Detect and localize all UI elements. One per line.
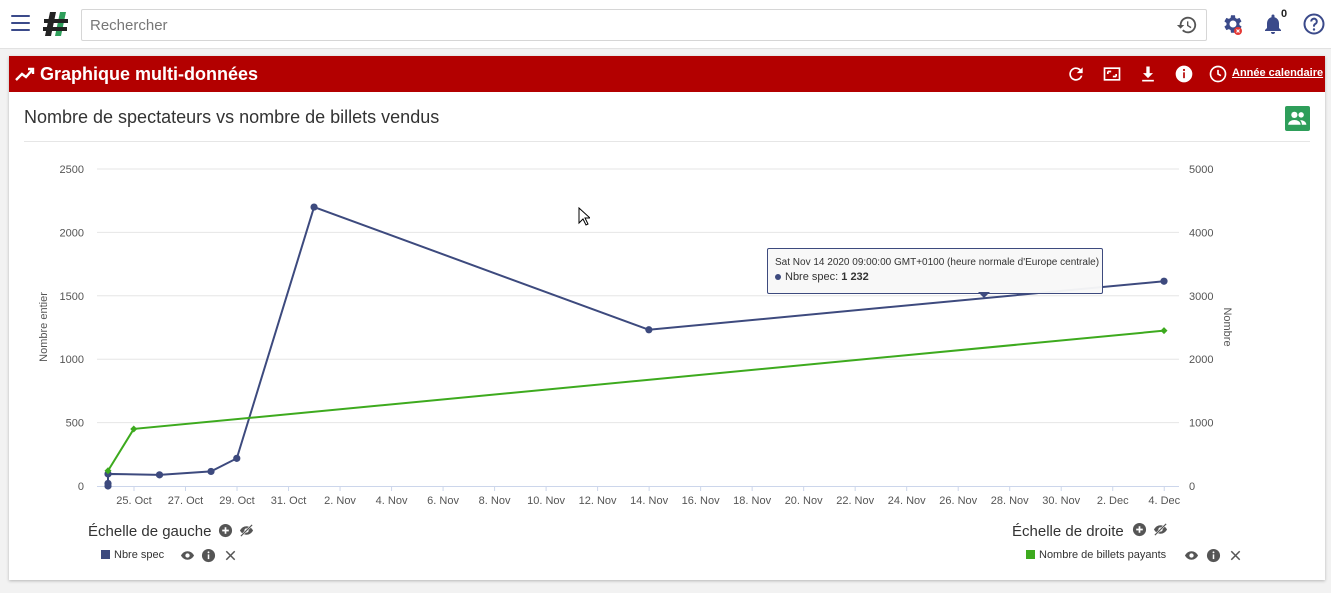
data-point[interactable] xyxy=(1160,327,1168,335)
x-tick-label: 14. Nov xyxy=(630,495,668,507)
notification-count: 0 xyxy=(1281,8,1288,20)
y-left-tick-label: 2000 xyxy=(60,227,84,239)
tooltip-arrow xyxy=(978,292,990,298)
y-right-tick-label: 5000 xyxy=(1189,164,1213,176)
y-left-axis-title: Nombre entier xyxy=(38,292,50,362)
tooltip-series-dot xyxy=(775,274,781,281)
tooltip-date: Sat Nov 14 2020 09:00:00 GMT+0100 (heure… xyxy=(775,257,1100,268)
close-icon[interactable] xyxy=(1228,548,1243,563)
y-left-tick-label: 0 xyxy=(78,481,84,493)
x-tick-label: 2. Dec xyxy=(1097,495,1129,507)
tooltip-series-name: Nbre spec: xyxy=(785,271,839,283)
x-tick-label: 29. Oct xyxy=(219,495,254,507)
x-tick-label: 4. Dec xyxy=(1148,495,1180,507)
data-point[interactable] xyxy=(645,326,653,334)
y-left-tick-label: 2500 xyxy=(60,164,84,176)
x-tick-label: 25. Oct xyxy=(116,495,151,507)
add-circle-icon[interactable] xyxy=(1132,522,1147,537)
help-icon[interactable] xyxy=(1302,12,1326,36)
y-right-tick-label: 0 xyxy=(1189,481,1195,493)
x-tick-label: 18. Nov xyxy=(733,495,771,507)
line-chart: 0 500 1000 1500 2000 2500 0 1000 2000 3000 4000 500… xyxy=(38,164,1233,507)
eye-icon[interactable] xyxy=(1184,548,1199,563)
x-tick-label: 27. Oct xyxy=(168,495,203,507)
visibility-off-icon[interactable] xyxy=(1153,522,1168,537)
legend-label: Nbre spec xyxy=(114,549,165,561)
add-circle-icon[interactable] xyxy=(218,523,233,538)
data-point[interactable] xyxy=(310,203,318,211)
menu-icon[interactable] xyxy=(11,15,30,31)
x-tick-label: 30. Nov xyxy=(1042,495,1080,507)
legend-billets-payants[interactable]: Nombre de billets payants xyxy=(1026,549,1166,561)
y-left-tick-label: 500 xyxy=(66,418,84,430)
chart-panel: Graphique multi-données Année calendaire… xyxy=(9,56,1325,580)
x-tick-label: 10. Nov xyxy=(527,495,565,507)
legend-swatch xyxy=(101,550,110,559)
right-scale-title: Échelle de droite xyxy=(1012,523,1124,540)
x-tick-label: 22. Nov xyxy=(836,495,874,507)
x-tick-label: 26. Nov xyxy=(939,495,977,507)
chart-tooltip: Sat Nov 14 2020 09:00:00 GMT+0100 (heure… xyxy=(767,248,1103,298)
top-bar: 0 xyxy=(0,0,1331,49)
series-line xyxy=(107,329,1165,472)
x-tick-label: 4. Nov xyxy=(376,495,408,507)
data-point[interactable] xyxy=(104,479,112,488)
left-scale-title: Échelle de gauche xyxy=(88,523,212,540)
mouse-cursor-icon xyxy=(578,207,590,226)
tooltip-value: 1 232 xyxy=(841,271,869,283)
legend-label: Nombre de billets payants xyxy=(1039,549,1167,561)
legend-swatch xyxy=(1026,550,1035,559)
data-point[interactable] xyxy=(155,471,164,479)
y-left-tick-label: 1000 xyxy=(60,354,84,366)
info-circle-icon[interactable] xyxy=(1206,548,1221,563)
x-tick-label: 6. Nov xyxy=(427,495,459,507)
x-tick-label: 12. Nov xyxy=(579,495,617,507)
history-icon[interactable] xyxy=(1176,14,1198,36)
y-right-tick-label: 2000 xyxy=(1189,354,1213,366)
data-point[interactable] xyxy=(207,467,215,476)
y-left-tick-label: 1500 xyxy=(60,291,84,303)
x-tick-label: 20. Nov xyxy=(785,495,823,507)
settings-gear-icon[interactable] xyxy=(1220,12,1244,36)
x-tick-label: 24. Nov xyxy=(888,495,926,507)
x-tick-label: 2. Nov xyxy=(324,495,356,507)
search-box xyxy=(81,9,1207,41)
x-tick-label: 28. Nov xyxy=(991,495,1029,507)
y-right-tick-label: 3000 xyxy=(1189,291,1213,303)
x-tick-label: 16. Nov xyxy=(682,495,720,507)
search-input[interactable] xyxy=(88,14,1162,36)
visibility-off-icon[interactable] xyxy=(239,523,254,538)
data-point[interactable] xyxy=(233,454,241,462)
info-circle-icon[interactable] xyxy=(201,548,216,563)
data-point[interactable] xyxy=(1160,277,1168,285)
close-icon[interactable] xyxy=(223,548,238,563)
tooltip-row: Nbre spec: 1 232 xyxy=(775,271,869,283)
x-tick-label: 31. Oct xyxy=(271,495,306,507)
eye-icon[interactable] xyxy=(180,548,195,563)
x-tick-label: 8. Nov xyxy=(479,495,511,507)
y-right-tick-label: 1000 xyxy=(1189,418,1213,430)
app-logo[interactable] xyxy=(42,10,70,38)
legend-nbre-spec[interactable]: Nbre spec xyxy=(101,549,164,561)
y-right-axis-title: Nombre xyxy=(1221,307,1233,346)
y-right-tick-label: 4000 xyxy=(1189,227,1213,239)
